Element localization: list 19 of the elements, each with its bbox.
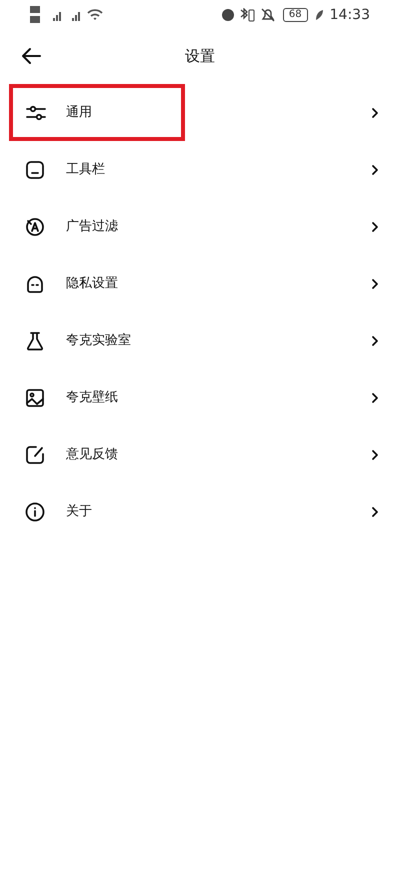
battery-level: 68 (282, 8, 308, 22)
item-label: 通用 (66, 104, 92, 122)
item-label: 夸克实验室 (66, 332, 131, 350)
item-label: 广告过滤 (66, 218, 118, 236)
settings-item[interactable]: 工具栏 (9, 141, 383, 198)
settings-item[interactable]: 关于 (9, 483, 383, 540)
item-label: 工具栏 (66, 160, 105, 179)
settings-item[interactable]: 夸克实验室 (9, 312, 383, 369)
item-label: 夸克壁纸 (66, 388, 118, 407)
settings-item[interactable]: 隐私设置 (9, 255, 383, 312)
settings-item[interactable]: 夸克壁纸 (9, 369, 383, 426)
item-label: 关于 (66, 502, 92, 521)
settings-item[interactable]: 意见反馈 (9, 426, 383, 483)
clock: 14:33 (330, 6, 370, 24)
item-label: 意见反馈 (66, 446, 118, 464)
settings-item[interactable]: 通用 (9, 84, 383, 141)
settings-item[interactable]: 广告过滤 (9, 198, 383, 255)
item-label: 隐私设置 (66, 274, 118, 293)
page-title: 设置 (185, 46, 215, 67)
